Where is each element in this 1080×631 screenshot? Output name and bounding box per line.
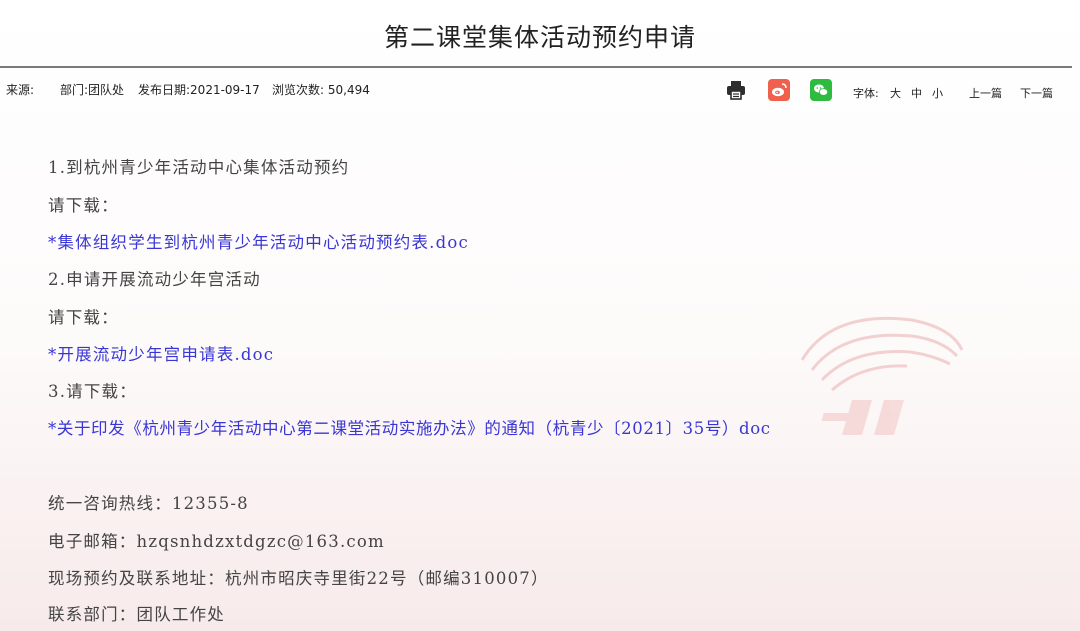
publish-date: 发布日期:2021-09-17 xyxy=(138,83,260,97)
item1-heading: 1.到杭州青少年活动中心集体活动预约 xyxy=(48,158,350,177)
item2-heading: 2.申请开展流动少年宫活动 xyxy=(48,270,261,289)
font-medium-button[interactable]: 中 xyxy=(911,85,922,101)
item1-prompt: 请下载： xyxy=(48,196,119,215)
prev-article-link[interactable]: 上一篇 xyxy=(969,85,1002,101)
item3-heading: 3.请下载： xyxy=(48,382,137,401)
wechat-icon[interactable] xyxy=(810,79,832,101)
weibo-icon[interactable] xyxy=(768,79,790,101)
department-text: 联系部门：团队工作处 xyxy=(48,605,225,624)
department-meta: 部门:团队处 xyxy=(60,83,125,97)
font-size-label: 字体: xyxy=(853,87,879,100)
watermark-logo-icon xyxy=(800,316,964,435)
font-small-button[interactable]: 小 xyxy=(932,85,943,101)
item2-download-link[interactable]: *开展流动少年宫申请表.doc xyxy=(48,341,274,365)
next-article-link[interactable]: 下一篇 xyxy=(1020,85,1053,101)
page-title: 第二课堂集体活动预约申请 xyxy=(383,23,696,52)
view-count: 浏览次数: 50,494 xyxy=(272,83,370,97)
item2-prompt: 请下载： xyxy=(48,308,119,327)
hotline-text: 统一咨询热线：12355-8 xyxy=(48,494,249,513)
title-divider xyxy=(0,66,1072,68)
email-text: 电子邮箱：hzqsnhdzxtdgzc@163.com xyxy=(48,532,385,551)
source-label: 来源: xyxy=(6,83,35,97)
printer-icon[interactable] xyxy=(725,79,747,101)
font-large-button[interactable]: 大 xyxy=(890,85,901,101)
item3-download-link[interactable]: *关于印发《杭州青少年活动中心第二课堂活动实施办法》的通知（杭青少〔2021〕3… xyxy=(48,415,771,439)
item1-download-link[interactable]: *集体组织学生到杭州青少年活动中心活动预约表.doc xyxy=(48,229,469,253)
address-text: 现场预约及联系地址：杭州市昭庆寺里街22号（邮编310007） xyxy=(48,569,549,588)
